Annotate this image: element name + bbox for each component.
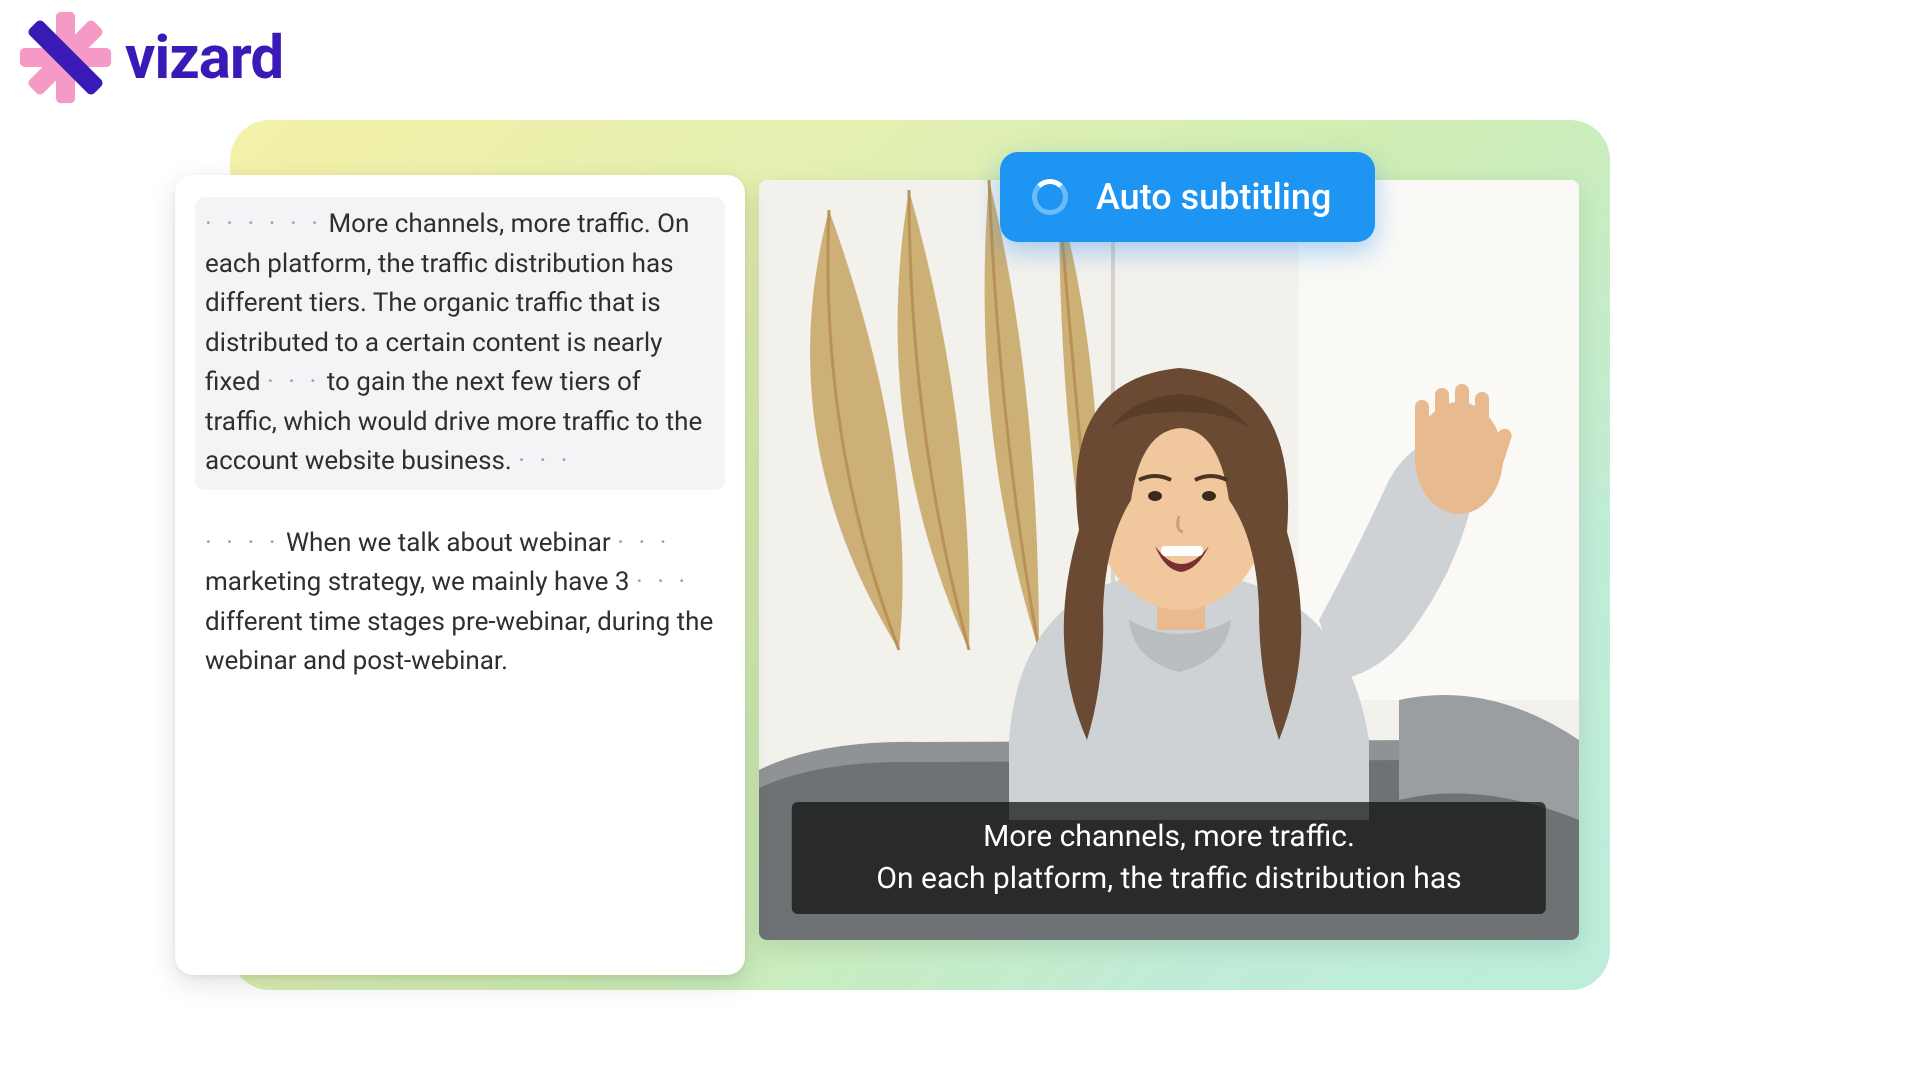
filler-dots: · · · · (205, 530, 280, 556)
video-preview[interactable]: More channels, more traffic. On each pla… (759, 180, 1579, 940)
transcript-paragraph[interactable]: · · · · · · More channels, more traffic.… (195, 197, 725, 490)
transcript-paragraph[interactable]: · · · · When we talk about webinar · · ·… (195, 516, 725, 690)
transcript-text: marketing strategy, we mainly have 3 (205, 567, 630, 597)
filler-dots: · · · · · · (205, 211, 322, 237)
video-caption: More channels, more traffic. On each pla… (792, 802, 1546, 914)
logo-mark-icon (18, 10, 113, 105)
auto-subtitling-pill[interactable]: Auto subtitling (1000, 152, 1375, 242)
brand-name: vizard (125, 22, 283, 93)
filler-dots: · · · (617, 530, 670, 556)
filler-dots: · · · (518, 448, 571, 474)
transcript-text: different time stages pre-webinar, durin… (205, 607, 713, 677)
brand-logo: vizard (18, 10, 283, 105)
spinner-icon (1032, 179, 1068, 215)
transcript-text: When we talk about webinar (286, 528, 611, 558)
caption-line-2: On each platform, the traffic distributi… (810, 858, 1528, 900)
filler-dots: · · · (267, 369, 320, 395)
filler-dots: · · · (636, 569, 689, 595)
caption-line-1: More channels, more traffic. (810, 816, 1528, 858)
pill-label: Auto subtitling (1096, 176, 1331, 218)
transcript-panel[interactable]: · · · · · · More channels, more traffic.… (175, 175, 745, 975)
